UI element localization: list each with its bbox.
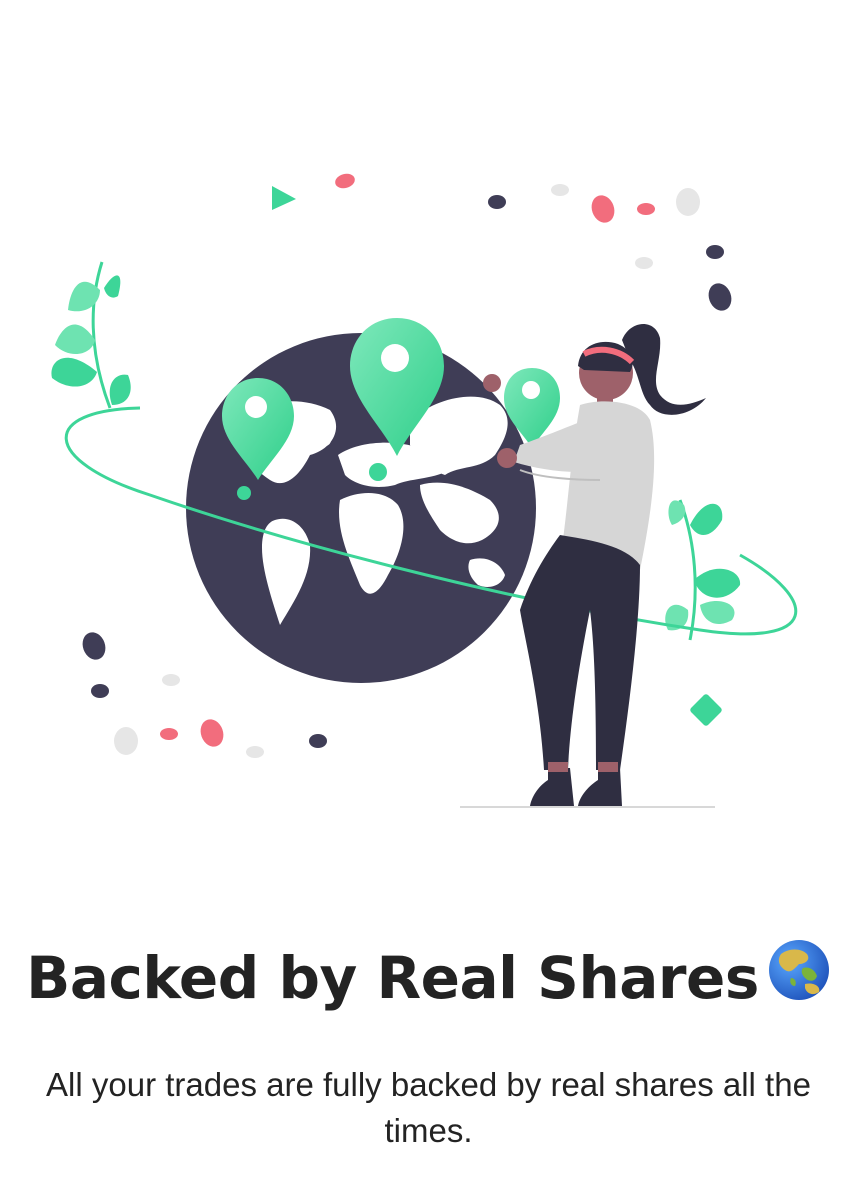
title-text: Backed by Real Shares [26, 944, 759, 1012]
onboarding-title: Backed by Real Shares [0, 938, 857, 1016]
plant-right [665, 499, 741, 641]
globe-asia-australia-icon [767, 938, 831, 1016]
plant-left [51, 261, 131, 409]
onboarding-description: All your trades are fully backed by real… [46, 1066, 811, 1149]
hero-illustration [51, 173, 798, 808]
